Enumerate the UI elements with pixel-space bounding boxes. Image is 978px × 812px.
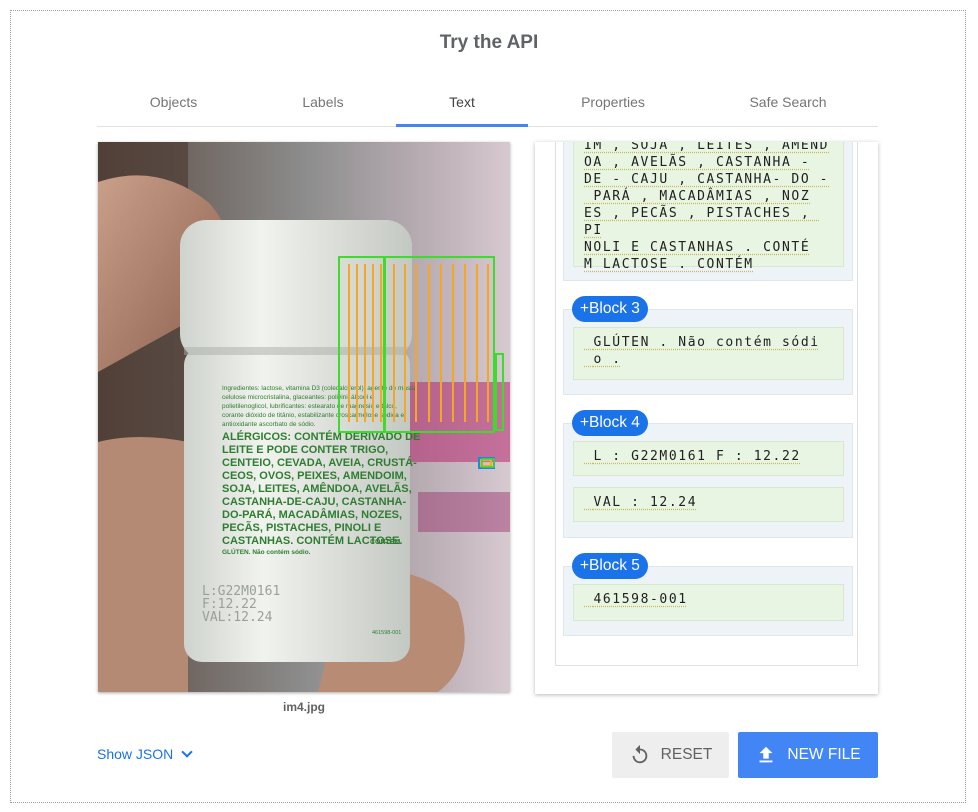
paragraph-line: PARÁ , MACADÂMIAS , NOZ bbox=[584, 189, 811, 204]
paragraph-text: 461598-001 bbox=[584, 592, 688, 607]
paragraph-line: ES , PECÃS , PISTACHES , PI bbox=[584, 206, 820, 238]
tab-objects[interactable]: Objects bbox=[97, 84, 250, 126]
chevron-down-icon bbox=[181, 746, 193, 758]
show-json-toggle[interactable]: Show JSON bbox=[97, 746, 193, 762]
label-ingredients-line: polietilenoglicol, lubrificantes: estear… bbox=[222, 403, 397, 410]
upload-icon bbox=[759, 746, 773, 763]
label-allergen-line: CENTEIO, CEVADA, AVEIA, CRUSTÁ- bbox=[222, 456, 417, 469]
label-ingredients-line: corante dióxido de titânio, estabilizant… bbox=[222, 412, 404, 419]
tab-labels[interactable]: Labels bbox=[250, 84, 396, 126]
paragraph-line: M LACTOSE . CONTÉM bbox=[584, 257, 754, 272]
tab-safe-search[interactable]: Safe Search bbox=[698, 84, 878, 126]
new-file-label: NEW FILE bbox=[787, 746, 861, 763]
label-allergen-line: CASTANHA-DE-CAJU, CASTANHA- bbox=[222, 496, 406, 508]
block-badge[interactable]: +Block 5 bbox=[572, 553, 648, 579]
tab-text[interactable]: Text bbox=[396, 84, 528, 127]
label-allergen-line: PECÃS, PISTACHES, PINOLI E bbox=[222, 521, 381, 534]
paragraph-line: IM , SOJA , LEITES , AMEND bbox=[584, 142, 830, 153]
block-badge[interactable]: +Block 4 bbox=[572, 410, 648, 436]
label-ingredients-line: antioxidante ascorbato de sódio. bbox=[222, 421, 316, 428]
paragraph-text: GLÚTEN . Não contém sódi o . bbox=[593, 335, 820, 367]
reset-icon bbox=[632, 744, 647, 764]
text-block: +Block 4 L : G22M0161 F : 12.22 VAL : 12… bbox=[563, 410, 853, 538]
tab-bar: Objects Labels Text Properties Safe Sear… bbox=[97, 84, 878, 127]
reset-label: RESET bbox=[660, 746, 713, 763]
page-title: Try the API bbox=[439, 32, 539, 53]
block-badge[interactable]: +Block 3 bbox=[572, 296, 648, 322]
label-val: VAL:12.24 bbox=[202, 610, 273, 625]
paragraph-text: VAL : 12.24 bbox=[584, 495, 698, 510]
image-caption: im4.jpg bbox=[282, 700, 325, 714]
paragraph: 461598-001 bbox=[573, 584, 844, 621]
label-allergen-line: CEOS, OVOS, PEIXES, AMENDOIM, bbox=[222, 470, 407, 482]
tab-properties[interactable]: Properties bbox=[528, 84, 698, 126]
results-panel[interactable]: IM , SOJA , LEITES , AMEND OA , AVELÃS ,… bbox=[535, 142, 878, 694]
paragraph: GLÚTEN . Não contém sódi o . bbox=[573, 327, 844, 380]
text-block: +Block 5 461598-001 bbox=[563, 553, 853, 636]
reset-button[interactable]: RESET bbox=[612, 732, 729, 778]
label-ingredients-line: celulose microcristalina, glaceantes: po… bbox=[222, 394, 374, 401]
uploaded-image: Ingredientes: lactose, vitamina D3 (cole… bbox=[98, 142, 510, 692]
new-file-button[interactable]: NEW FILE bbox=[738, 732, 878, 778]
label-allergen-line: SOJA, LEITES, AMÊNDOA, AVELÃS, bbox=[222, 482, 412, 495]
text-results-list: IM , SOJA , LEITES , AMEND OA , AVELÃS ,… bbox=[555, 142, 858, 666]
paragraph: L : G22M0161 F : 12.22 bbox=[573, 441, 844, 476]
label-allergen-line: LEITE E PODE CONTER TRIGO, bbox=[222, 444, 388, 456]
paragraph: VAL : 12.24 bbox=[573, 487, 844, 522]
text-block: +Block 3 GLÚTEN . Não contém sódi o . bbox=[563, 296, 853, 395]
show-json-label: Show JSON bbox=[97, 746, 174, 762]
paragraph-line: NOLI E CASTANHAS . CONTÉ bbox=[584, 240, 811, 255]
label-contem: CONTÉM bbox=[370, 537, 401, 546]
paragraph-line: OA , AVELÃS , CASTANHA - bbox=[584, 155, 811, 170]
label-code: 461598-001 bbox=[372, 630, 401, 636]
label-allergen-line: DO-PARÁ, MACADÂMIAS, NOZES, bbox=[222, 508, 402, 521]
label-gluten: GLÚTEN. Não contém sódio. bbox=[222, 547, 311, 556]
paragraph-text: L : G22M0161 F : 12.22 bbox=[584, 449, 801, 464]
text-block: IM , SOJA , LEITES , AMEND OA , AVELÃS ,… bbox=[563, 142, 853, 281]
paragraph-line: DE - CAJU , CASTANHA- DO - bbox=[584, 172, 830, 187]
label-ingredients-line: Ingredientes: lactose, vitamina D3 (cole… bbox=[222, 385, 417, 392]
paragraph: IM , SOJA , LEITES , AMEND OA , AVELÃS ,… bbox=[573, 142, 844, 272]
